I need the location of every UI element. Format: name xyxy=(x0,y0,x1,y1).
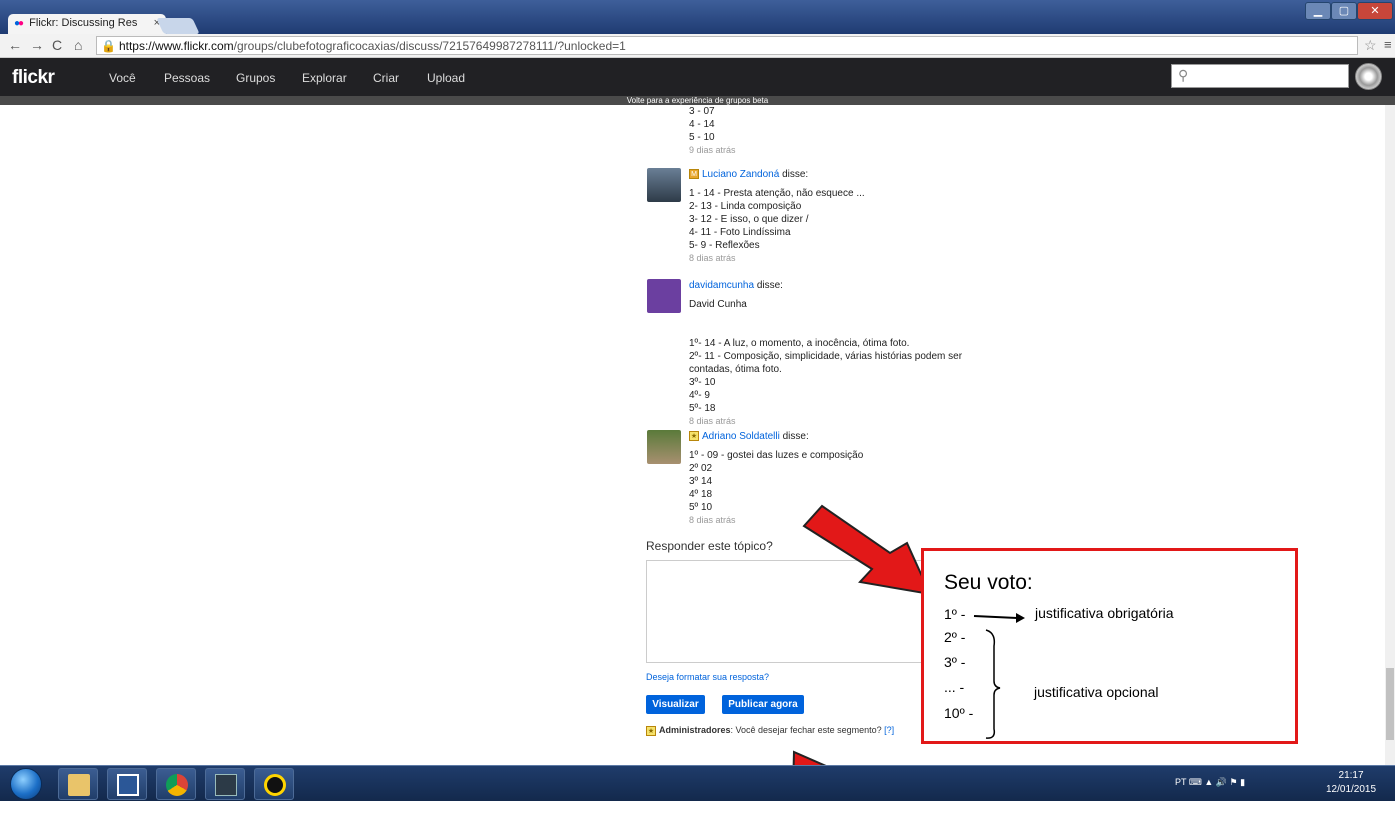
volume-icon[interactable]: 🔊 xyxy=(1216,777,1230,787)
language-indicator[interactable]: PT xyxy=(1175,777,1186,787)
taskbar-word[interactable] xyxy=(107,768,147,800)
taskbar-lightroom[interactable] xyxy=(205,768,245,800)
chrome-icon xyxy=(166,774,188,796)
taskbar-explorer[interactable] xyxy=(58,768,98,800)
optional-justification-label: justificativa opcional xyxy=(1034,684,1159,700)
arrow-to-reply-box xyxy=(802,504,932,596)
windows-taskbar: PT ⌨ ▲ 🔊 ⚑ ▮ 21:17 12/01/2015 xyxy=(0,765,1395,801)
folder-icon xyxy=(68,774,90,796)
required-arrow-head xyxy=(1016,613,1025,623)
start-button[interactable] xyxy=(10,768,42,800)
required-arrow-line xyxy=(973,615,1019,619)
show-hidden-icon[interactable]: ▲ xyxy=(1204,777,1215,787)
clock-time: 21:17 xyxy=(1338,770,1364,781)
system-tray: PT ⌨ ▲ 🔊 ⚑ ▮ xyxy=(1175,777,1245,788)
battery-icon[interactable]: ▮ xyxy=(1240,777,1245,787)
lightroom-icon xyxy=(215,774,237,796)
flag-icon[interactable]: ⚑ xyxy=(1230,777,1241,787)
optional-brace xyxy=(985,629,1001,739)
spotify-icon xyxy=(264,774,286,796)
vote-instructions-box: Seu voto: 1º - 2º - 3º - ... - 10º - jus… xyxy=(921,548,1298,744)
required-justification-label: justificativa obrigatória xyxy=(1035,605,1174,621)
taskbar-clock[interactable]: 21:17 12/01/2015 xyxy=(1326,769,1376,797)
clock-date: 12/01/2015 xyxy=(1326,784,1377,795)
keyboard-icon[interactable]: ⌨ xyxy=(1189,777,1205,787)
word-icon xyxy=(117,774,139,796)
annotation-marks xyxy=(973,613,1025,739)
taskbar-chrome[interactable] xyxy=(156,768,196,800)
taskbar-spotify[interactable] xyxy=(254,768,294,800)
blank-margin xyxy=(0,801,1395,828)
